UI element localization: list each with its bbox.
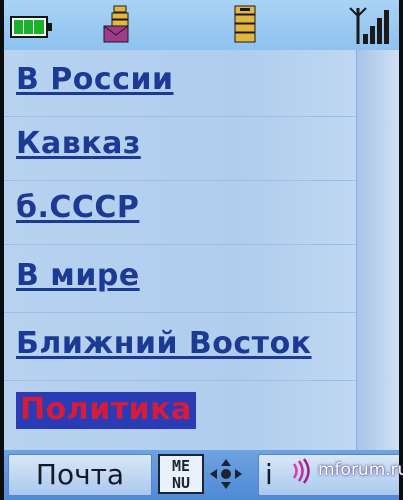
menu-item-v-mire[interactable]: В мире	[4, 248, 357, 313]
menu-content: В России Кавказ б.СССР В мире Ближний Во…	[4, 50, 399, 450]
menu-list: В России Кавказ б.СССР В мире Ближний Во…	[4, 50, 357, 450]
menu-item-b-sssr[interactable]: б.СССР	[4, 180, 357, 245]
battery-icon	[10, 16, 52, 38]
message-icon	[103, 5, 129, 43]
right-softkey-label: i	[265, 458, 273, 491]
status-bar	[4, 0, 399, 50]
menu-item-label: Ближний Восток	[16, 326, 312, 361]
phone-screen: В России Кавказ б.СССР В мире Ближний Во…	[4, 0, 399, 500]
menu-item-label: б.СССР	[16, 190, 140, 225]
watermark-text: mforum.ru	[318, 460, 403, 480]
mail-softkey[interactable]: Почта	[8, 454, 152, 496]
menu-item-blizhniy-vostok[interactable]: Ближний Восток	[4, 316, 357, 381]
scrollbar[interactable]	[356, 50, 399, 450]
menu-item-v-rossii[interactable]: В России	[4, 52, 357, 117]
menu-item-kavkaz[interactable]: Кавказ	[4, 116, 357, 181]
watermark: mforum.ru	[290, 452, 403, 492]
watermark-logo-icon	[292, 458, 310, 484]
navigation-joystick-icon	[210, 459, 242, 489]
java-app-icon	[234, 5, 256, 43]
menu-item-label: В России	[16, 62, 174, 97]
menu-item-label: Кавказ	[16, 126, 141, 161]
menu-item-label-selected: Политика	[16, 392, 196, 429]
menu-button[interactable]: ME NU	[158, 454, 204, 494]
menu-item-politika[interactable]: Политика	[4, 384, 357, 448]
signal-strength-icon	[349, 7, 389, 44]
menu-button-bottom-text: NU	[171, 474, 191, 492]
menu-item-label: В мире	[16, 258, 140, 293]
menu-button-top-text: ME	[171, 457, 191, 475]
